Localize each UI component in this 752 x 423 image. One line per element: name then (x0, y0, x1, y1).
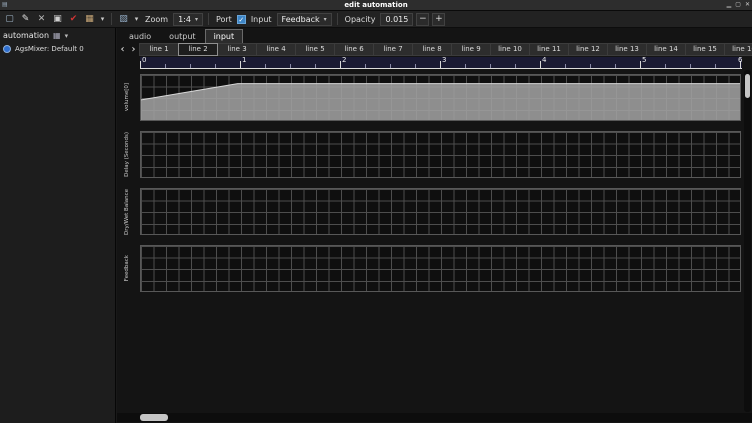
ruler-tick-label: 1 (242, 57, 246, 64)
line-button[interactable]: line 5 (295, 43, 335, 56)
port-label: Port (216, 15, 232, 24)
lane-label-delay: Delay (Seconds) (118, 131, 138, 178)
opacity-label: Opacity (345, 15, 376, 24)
automation-label: automation (3, 31, 49, 40)
lane-label-text: Dry/Wet Balance (125, 189, 131, 235)
line-button[interactable]: line 16 (724, 43, 752, 56)
line-button[interactable]: line 7 (373, 43, 413, 56)
ruler-tick-label: 5 (642, 57, 646, 64)
lane-label-text: volume[0] (125, 83, 131, 111)
line-strip: line 1 line 2 line 3 line 4 line 5 line … (139, 43, 752, 56)
minimize-icon[interactable]: ▁ (727, 0, 732, 10)
input-checkbox[interactable]: ✓ (237, 15, 246, 24)
select-tool-icon[interactable]: ▢ (3, 13, 16, 26)
horizontal-scrollbar[interactable] (117, 413, 752, 422)
automation-grid-volume[interactable] (140, 74, 741, 121)
zoom-value: 1:4 (178, 15, 191, 24)
port-select[interactable]: Feedback ▾ (277, 13, 332, 26)
sidebar-header: automation ▦ ▾ (0, 28, 115, 42)
scroll-left-icon[interactable]: ‹ (117, 43, 128, 56)
apply-tool-icon[interactable]: ✔ (67, 13, 80, 26)
machine-list-item[interactable]: AgsMixer: Default 0 (0, 42, 115, 56)
line-header: ‹ › line 1 line 2 line 3 line 4 line 5 l… (117, 42, 752, 56)
automation-grid-drywet[interactable] (140, 188, 741, 235)
line-button[interactable]: line 13 (607, 43, 647, 56)
line-button[interactable]: line 9 (451, 43, 491, 56)
line-button[interactable]: line 10 (490, 43, 530, 56)
automation-editor: audio output input ‹ › line 1 line 2 lin… (117, 28, 752, 423)
chevron-down-icon: ▾ (195, 16, 198, 23)
close-icon[interactable]: ✕ (745, 0, 750, 10)
meta-dropdown-icon[interactable]: ▾ (133, 15, 140, 23)
chevron-down-icon: ▾ (324, 16, 327, 23)
line-button[interactable]: line 1 (139, 43, 179, 56)
automation-lane-delay: Delay (Seconds) (117, 131, 752, 178)
titlebar[interactable]: ▤ edit automation ▁ ▢ ✕ (0, 0, 752, 11)
ruler-tick-label: 6 (738, 57, 742, 64)
chevron-down-icon[interactable]: ▾ (65, 32, 69, 40)
volume-automation-curve (141, 75, 740, 120)
automation-grid-feedback[interactable] (140, 245, 741, 292)
line-button[interactable]: line 14 (646, 43, 686, 56)
machine-name: AgsMixer: Default 0 (15, 45, 84, 53)
machine-sidebar: automation ▦ ▾ AgsMixer: Default 0 (0, 28, 116, 423)
ruler-tick-label: 4 (542, 57, 546, 64)
line-button[interactable]: line 8 (412, 43, 452, 56)
toolbar-separator (208, 13, 209, 25)
toolbar-separator (111, 13, 112, 25)
lane-label-text: Delay (Seconds) (125, 132, 131, 177)
tools-dropdown-icon[interactable]: ▾ (99, 15, 106, 23)
input-checkbox-label: Input (251, 15, 272, 24)
edit-tool-icon[interactable]: ✎ (19, 13, 32, 26)
automation-lane-feedback: Feedback (117, 245, 752, 292)
paste-tool-icon[interactable]: ▦ (83, 13, 96, 26)
vertical-scrollbar[interactable] (744, 70, 751, 412)
automation-lane-drywet: Dry/Wet Balance (117, 188, 752, 235)
vertical-scrollbar-handle[interactable] (745, 74, 750, 98)
lane-label-volume: volume[0] (118, 74, 138, 121)
line-button[interactable]: line 15 (685, 43, 725, 56)
ruler-tick-label: 3 (442, 57, 446, 64)
zoom-select[interactable]: 1:4 ▾ (173, 13, 203, 26)
window-controls: ▁ ▢ ✕ (727, 0, 750, 10)
zoom-label: Zoom (145, 15, 168, 24)
copy-tool-icon[interactable]: ▣ (51, 13, 64, 26)
opacity-value-field[interactable]: 0.015 (380, 13, 413, 26)
line-button[interactable]: line 6 (334, 43, 374, 56)
volume-curve-fill (141, 84, 740, 120)
horizontal-scrollbar-handle[interactable] (140, 414, 168, 421)
maximize-icon[interactable]: ▢ (735, 0, 741, 10)
scroll-right-icon[interactable]: › (128, 43, 139, 56)
automation-grid-delay[interactable] (140, 131, 741, 178)
line-button-selected[interactable]: line 2 (178, 43, 218, 56)
edit-automation-window: ▤ edit automation ▁ ▢ ✕ ▢ ✎ ✕ ▣ ✔ ▦ ▾ ▧ … (0, 0, 752, 423)
line-button[interactable]: line 11 (529, 43, 569, 56)
line-button[interactable]: line 4 (256, 43, 296, 56)
machine-radio[interactable] (3, 45, 11, 53)
timeline-ruler: 0 1 2 3 4 5 6 (140, 57, 742, 69)
opacity-decrease-button[interactable]: − (416, 13, 429, 26)
lane-label-text: Feedback (125, 255, 131, 281)
ruler-tick-label: 0 (142, 57, 146, 64)
lane-label-drywet: Dry/Wet Balance (118, 188, 138, 235)
clear-tool-icon[interactable]: ✕ (35, 13, 48, 26)
toolbar: ▢ ✎ ✕ ▣ ✔ ▦ ▾ ▧ ▾ Zoom 1:4 ▾ Port ✓ Inpu… (0, 11, 752, 28)
meta-tool-icon[interactable]: ▧ (117, 13, 130, 26)
machine-icon: ▦ (53, 31, 61, 40)
automation-lane-volume: volume[0] (117, 74, 752, 121)
opacity-increase-button[interactable]: + (432, 13, 445, 26)
line-button[interactable]: line 12 (568, 43, 608, 56)
window-title: edit automation (0, 0, 752, 10)
line-button[interactable]: line 3 (217, 43, 257, 56)
ruler-tick-label: 2 (342, 57, 346, 64)
port-value: Feedback (282, 15, 320, 24)
toolbar-separator (337, 13, 338, 25)
lane-label-feedback: Feedback (118, 245, 138, 292)
